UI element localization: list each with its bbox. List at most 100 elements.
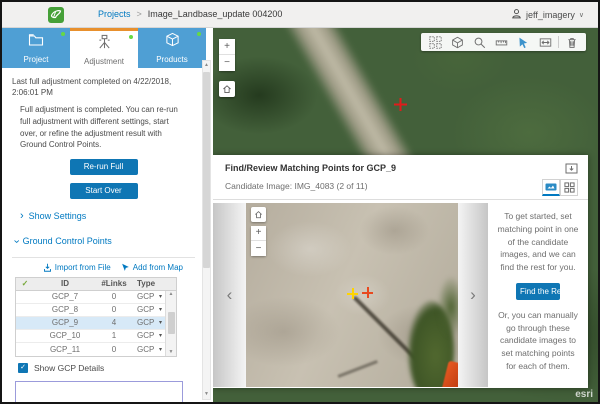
start-over-button[interactable]: Start Over [70, 183, 138, 199]
gcp-table-header: ✓ ID #Links Type [16, 278, 176, 291]
chevron-down-icon: ∨ [579, 11, 584, 19]
breadcrumb-projects-link[interactable]: Projects [98, 9, 131, 19]
table-row-gcp-10[interactable]: GCP_101 GCP▾ [16, 330, 176, 343]
app-logo-icon[interactable] [48, 7, 64, 23]
gcp-table-body: GCP_70 GCP▾ GCP_80 GCP▾ GCP_94 GCP▾ GCP_… [16, 291, 176, 356]
table-row-gcp-7[interactable]: GCP_70 GCP▾ [16, 291, 176, 304]
gcp-table: ✓ ID #Links Type GCP_70 GCP▾ GCP_80 GCP▾ [15, 277, 177, 357]
measure-button[interactable] [490, 33, 512, 51]
collapse-panel-button[interactable] [565, 162, 578, 177]
home-icon [254, 210, 263, 219]
candidate-image-viewer[interactable]: + − [246, 203, 458, 387]
project-title: Image_Landbase_update 004200 [148, 9, 283, 19]
chevron-right-icon: › [470, 285, 476, 304]
home-icon [222, 84, 232, 94]
adjustment-panel: Last full adjustment completed on 4/22/2… [2, 76, 213, 404]
adjustment-icon [96, 34, 113, 54]
find-the-rest-button[interactable]: Find the Rest [516, 283, 560, 300]
table-row-gcp-11[interactable]: GCP_110 GCP▾ [16, 343, 176, 356]
gcp-section-toggle[interactable]: › Ground Control Points [14, 236, 195, 247]
status-dot-icon [129, 35, 133, 39]
matching-points-body: ‹ + − › To get started, set matchin [213, 200, 588, 387]
instructions-column: To get started, set matching point in on… [488, 200, 588, 387]
search-button[interactable] [468, 33, 490, 51]
edit-gcp-button[interactable] [512, 33, 534, 51]
delete-icon [566, 36, 578, 49]
image-zoom-in-button[interactable]: + [251, 226, 266, 241]
single-view-button[interactable] [542, 179, 560, 196]
scroll-up-icon: ▲ [204, 61, 209, 70]
show-settings-label: Show Settings [29, 211, 87, 221]
show-settings-toggle[interactable]: › Show Settings [20, 211, 195, 222]
table-row-gcp-8[interactable]: GCP_80 GCP▾ [16, 304, 176, 317]
tab-label: Products [156, 55, 188, 64]
user-icon [511, 8, 522, 21]
view-mode-toggle [542, 179, 578, 196]
instructions-text: To get started, set matching point in on… [496, 210, 580, 274]
panel-scrollbar[interactable]: ▲ ▼ [202, 60, 211, 400]
image-home-button[interactable] [251, 207, 266, 222]
map-toolbar [421, 33, 586, 51]
show-gcp-details-checkbox[interactable]: ✓ Show GCP Details [18, 363, 195, 373]
cube-icon [165, 32, 180, 52]
tab-bar: Project Adjustment Products [2, 28, 213, 68]
scroll-down-icon: ▼ [204, 390, 209, 399]
type-dropdown-icon[interactable]: ▾ [159, 319, 162, 326]
import-icon [43, 263, 52, 272]
user-name: jeff_imagery [526, 10, 575, 20]
map-attribution: esri [575, 389, 593, 400]
last-adjustment-status: Last full adjustment completed on 4/22/2… [12, 76, 198, 98]
type-dropdown-icon[interactable]: ▾ [159, 293, 162, 300]
image-zoom-out-button[interactable]: − [251, 241, 266, 256]
toolbar-separator [558, 36, 559, 48]
delete-button[interactable] [561, 33, 583, 51]
vegetation [438, 277, 458, 337]
tab-products[interactable]: Products [138, 28, 206, 68]
next-image-button[interactable]: › [458, 203, 488, 387]
add-from-map-link[interactable]: Add from Map [121, 263, 183, 272]
checkbox-checked-icon: ✓ [18, 363, 28, 373]
measure-icon [495, 36, 508, 49]
basemap-icon [451, 36, 464, 49]
chevron-right-icon: › [20, 211, 24, 222]
grid-view-button[interactable] [560, 179, 578, 196]
user-menu[interactable]: jeff_imagery ∨ [511, 8, 584, 21]
scroll-up-icon: ▲ [169, 292, 174, 297]
type-dropdown-icon[interactable]: ▾ [159, 306, 162, 313]
image-zoom-control: + − [251, 226, 266, 256]
type-dropdown-icon[interactable]: ▾ [159, 332, 162, 339]
image-enhance-button[interactable] [534, 33, 556, 51]
dock-panel-icon [565, 163, 578, 174]
basemap-button[interactable] [446, 33, 468, 51]
home-button[interactable] [219, 81, 235, 97]
type-dropdown-icon[interactable]: ▾ [159, 346, 162, 353]
manual-instructions-text: Or, you can manually go through these ca… [496, 309, 580, 373]
gcp-photo-placeholder: Photo not available [15, 381, 183, 404]
adjustment-description: Full adjustment is completed. You can re… [20, 104, 188, 150]
zoom-in-button[interactable]: + [219, 39, 235, 55]
tab-adjustment[interactable]: Adjustment [70, 28, 138, 68]
edit-gcp-icon [517, 36, 530, 49]
table-row-gcp-9-selected[interactable]: GCP_94 GCP▾ [16, 317, 176, 330]
show-gcp-details-label: Show GCP Details [34, 363, 104, 373]
scrollbar-thumb [203, 72, 210, 268]
column-header-links: #Links [96, 279, 132, 288]
app-window: Projects > Image_Landbase_update 004200 … [0, 0, 600, 404]
map-zoom-control: + − [219, 39, 235, 71]
select-all-checkbox[interactable]: ✓ [16, 279, 34, 288]
tab-project[interactable]: Project [2, 28, 70, 68]
gcp-map-marker[interactable] [394, 98, 407, 111]
previous-image-button[interactable]: ‹ [213, 203, 246, 387]
app-header: Projects > Image_Landbase_update 004200 … [2, 2, 598, 28]
map-pointer-icon [121, 263, 130, 272]
import-from-file-link[interactable]: Import from File [43, 263, 111, 272]
gcp-marker-red[interactable] [362, 287, 373, 298]
zoom-out-button[interactable]: − [219, 55, 235, 71]
scroll-down-icon: ▼ [169, 350, 174, 355]
grid-overview-button[interactable] [424, 33, 446, 51]
panel-title: Find/Review Matching Points for GCP_9 [225, 163, 576, 173]
column-header-type: Type [132, 279, 165, 288]
matching-point-marker-yellow[interactable] [347, 288, 358, 299]
rerun-full-button[interactable]: Re-run Full [70, 159, 138, 175]
table-scrollbar[interactable]: ▲ ▼ [165, 291, 176, 356]
